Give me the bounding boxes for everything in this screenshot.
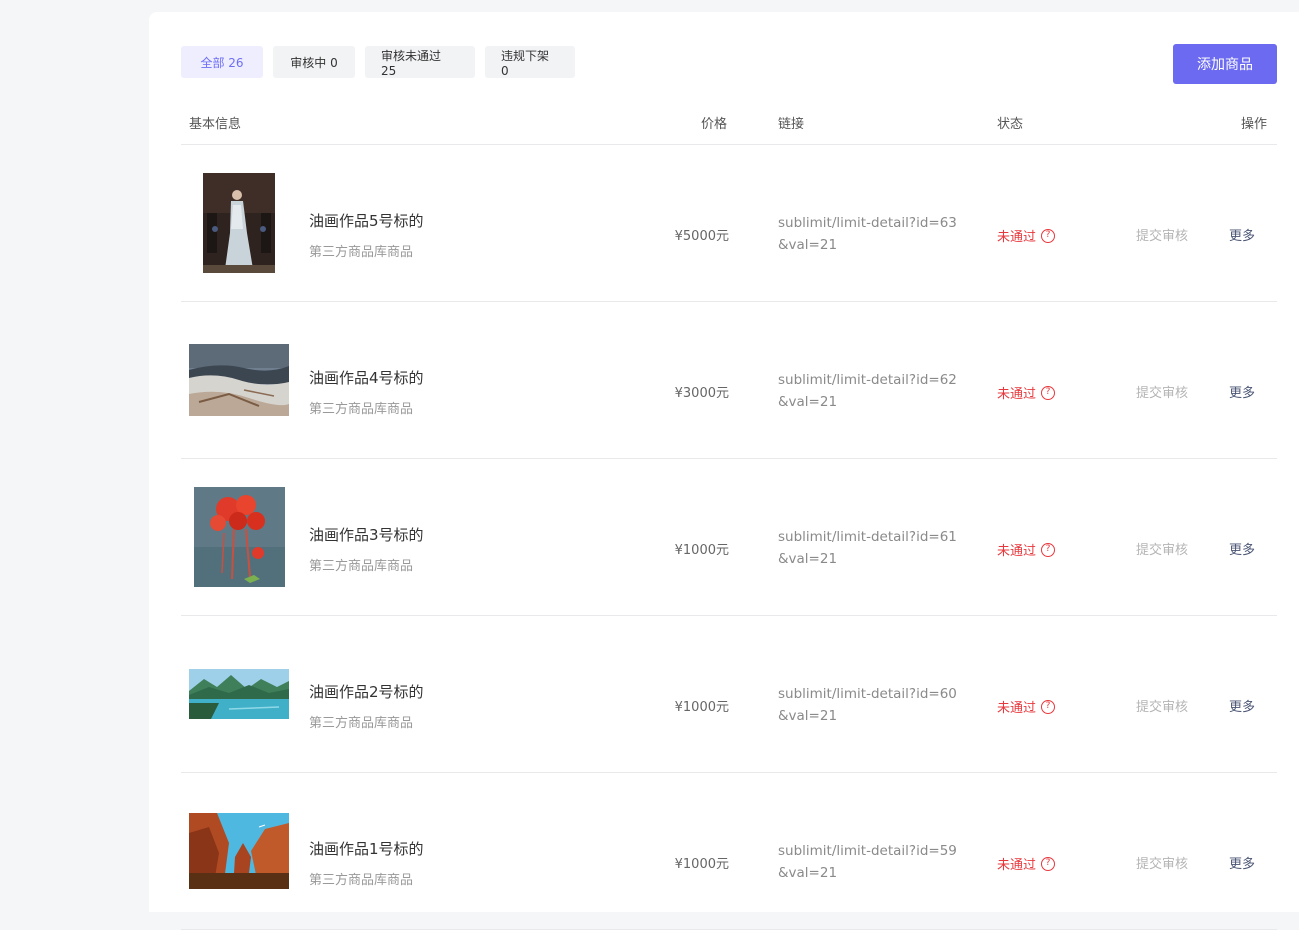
more-button[interactable]: 更多 — [1229, 225, 1255, 244]
table-row: 油画作品5号标的 第三方商品库商品 ¥5000元 sublimit/limit-… — [181, 145, 1277, 302]
submit-review-button[interactable]: 提交审核 — [1136, 539, 1188, 558]
product-price: ¥3000元 — [674, 386, 729, 401]
question-circle-icon[interactable]: ? — [1041, 542, 1056, 557]
product-source: 第三方商品库商品 — [309, 559, 414, 574]
product-price: ¥5000元 — [674, 229, 729, 244]
portrait-woman-white-dress-icon — [203, 173, 275, 273]
product-name[interactable]: 油画作品3号标的 — [309, 524, 424, 545]
status-text: 未通过 — [997, 701, 1037, 716]
product-name[interactable]: 油画作品1号标的 — [309, 838, 424, 859]
product-link[interactable]: sublimit/limit-detail?id=61&val=21 — [778, 526, 958, 570]
tab-violation-removed[interactable]: 违规下架 0 — [485, 46, 575, 78]
product-price: ¥1000元 — [674, 700, 729, 715]
status-badge: 未通过 ? — [997, 540, 1056, 559]
submit-review-button[interactable]: 提交审核 — [1136, 853, 1188, 872]
product-price: ¥1000元 — [674, 857, 729, 872]
filter-tabs: 全部 26 审核中 0 审核未通过 25 违规下架 0 — [181, 46, 575, 78]
status-badge: 未通过 ? — [997, 383, 1056, 402]
status-badge: 未通过 ? — [997, 854, 1056, 873]
column-header-info: 基本信息 — [189, 117, 242, 132]
question-circle-icon[interactable]: ? — [1041, 228, 1056, 243]
status-text: 未通过 — [997, 544, 1037, 559]
product-name[interactable]: 油画作品2号标的 — [309, 681, 424, 702]
tab-all[interactable]: 全部 26 — [181, 46, 263, 78]
submit-review-button[interactable]: 提交审核 — [1136, 382, 1188, 401]
product-name[interactable]: 油画作品4号标的 — [309, 367, 424, 388]
column-header-status: 状态 — [997, 117, 1024, 132]
product-name[interactable]: 油画作品5号标的 — [309, 210, 424, 231]
status-badge: 未通过 ? — [997, 226, 1056, 245]
submit-review-button[interactable]: 提交审核 — [1136, 225, 1188, 244]
product-link[interactable]: sublimit/limit-detail?id=62&val=21 — [778, 369, 958, 413]
question-circle-icon[interactable]: ? — [1041, 699, 1056, 714]
more-button[interactable]: 更多 — [1229, 382, 1255, 401]
table-row: 油画作品1号标的 第三方商品库商品 ¥1000元 sublimit/limit-… — [181, 773, 1277, 930]
red-flowers-icon — [193, 487, 285, 587]
table-row: 油画作品4号标的 第三方商品库商品 ¥3000元 sublimit/limit-… — [181, 302, 1277, 459]
product-thumbnail[interactable] — [189, 801, 289, 901]
product-thumbnail[interactable] — [189, 330, 289, 430]
product-source: 第三方商品库商品 — [309, 245, 414, 260]
table-header: 基本信息 价格 链接 状态 操作 — [181, 104, 1277, 145]
column-header-actions: 操作 — [1241, 117, 1268, 132]
status-text: 未通过 — [997, 230, 1037, 245]
table-row: 油画作品2号标的 第三方商品库商品 ¥1000元 sublimit/limit-… — [181, 616, 1277, 773]
question-circle-icon[interactable]: ? — [1041, 385, 1056, 400]
product-thumbnail[interactable] — [189, 173, 289, 273]
product-table-body: 油画作品5号标的 第三方商品库商品 ¥5000元 sublimit/limit-… — [181, 145, 1277, 930]
product-source: 第三方商品库商品 — [309, 402, 414, 417]
product-link[interactable]: sublimit/limit-detail?id=59&val=21 — [778, 840, 958, 884]
status-badge: 未通过 ? — [997, 697, 1056, 716]
status-text: 未通过 — [997, 387, 1037, 402]
product-source: 第三方商品库商品 — [309, 716, 414, 731]
tab-rejected[interactable]: 审核未通过 25 — [365, 46, 475, 78]
product-thumbnail[interactable] — [189, 644, 289, 744]
question-circle-icon[interactable]: ? — [1041, 856, 1056, 871]
product-source: 第三方商品库商品 — [309, 873, 414, 888]
product-list-panel: 全部 26 审核中 0 审核未通过 25 违规下架 0 添加商品 基本信息 价格… — [149, 12, 1299, 930]
more-button[interactable]: 更多 — [1229, 539, 1255, 558]
snow-landscape-icon — [189, 344, 289, 416]
table-row: 油画作品3号标的 第三方商品库商品 ¥1000元 sublimit/limit-… — [181, 459, 1277, 616]
tab-reviewing[interactable]: 审核中 0 — [273, 46, 355, 78]
more-button[interactable]: 更多 — [1229, 853, 1255, 872]
column-header-link: 链接 — [778, 117, 805, 132]
mountain-lake-icon — [189, 669, 289, 719]
red-canyon-icon — [189, 813, 289, 889]
product-price: ¥1000元 — [674, 543, 729, 558]
submit-review-button[interactable]: 提交审核 — [1136, 696, 1188, 715]
product-link[interactable]: sublimit/limit-detail?id=60&val=21 — [778, 683, 958, 727]
product-thumbnail[interactable] — [189, 487, 289, 587]
status-text: 未通过 — [997, 858, 1037, 873]
column-header-price: 价格 — [701, 117, 728, 132]
more-button[interactable]: 更多 — [1229, 696, 1255, 715]
product-link[interactable]: sublimit/limit-detail?id=63&val=21 — [778, 212, 958, 256]
add-product-button[interactable]: 添加商品 — [1173, 44, 1277, 84]
